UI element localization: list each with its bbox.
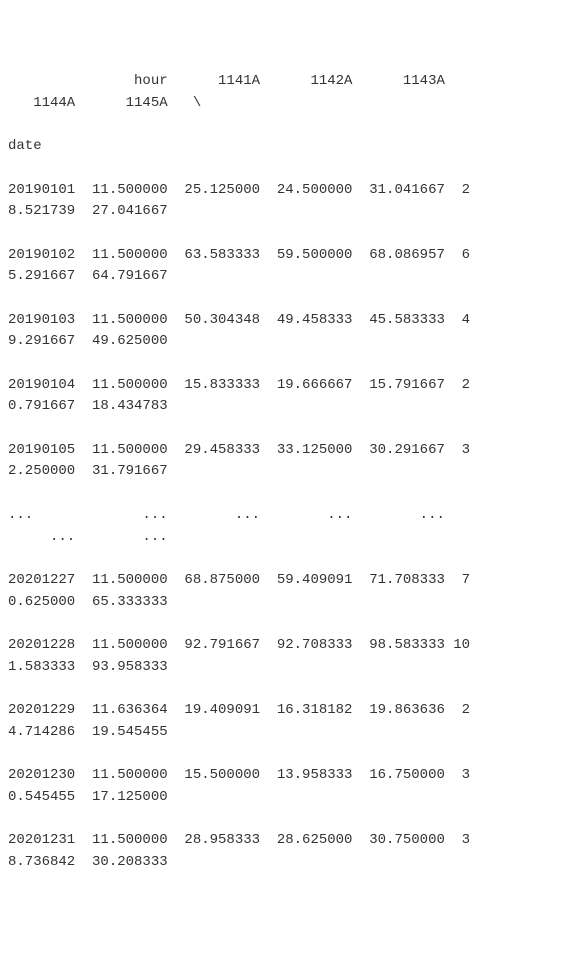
table-row: 20190104 11.500000 15.833333 19.666667 1…	[8, 375, 558, 418]
table-row: 20190105 11.500000 29.458333 33.125000 3…	[8, 440, 558, 483]
table-row: 20201231 11.500000 28.958333 28.625000 3…	[8, 830, 558, 873]
table-row: 20201230 11.500000 15.500000 13.958333 1…	[8, 765, 558, 808]
table-ellipsis-row: ... ... ... ... ... ... ...	[8, 505, 558, 548]
header-columns: hour 1141A 1142A 1143A 1144A 1145A \	[8, 71, 558, 114]
table-row: 20190101 11.500000 25.125000 24.500000 3…	[8, 180, 558, 223]
table-row: 20190103 11.500000 50.304348 49.458333 4…	[8, 310, 558, 353]
table-row: 20190102 11.500000 63.583333 59.500000 6…	[8, 245, 558, 288]
header-index-name: date	[8, 136, 558, 158]
table-row: 20201228 11.500000 92.791667 92.708333 9…	[8, 635, 558, 678]
table-row: 20201227 11.500000 68.875000 59.409091 7…	[8, 570, 558, 613]
table-row: 20201229 11.636364 19.409091 16.318182 1…	[8, 700, 558, 743]
